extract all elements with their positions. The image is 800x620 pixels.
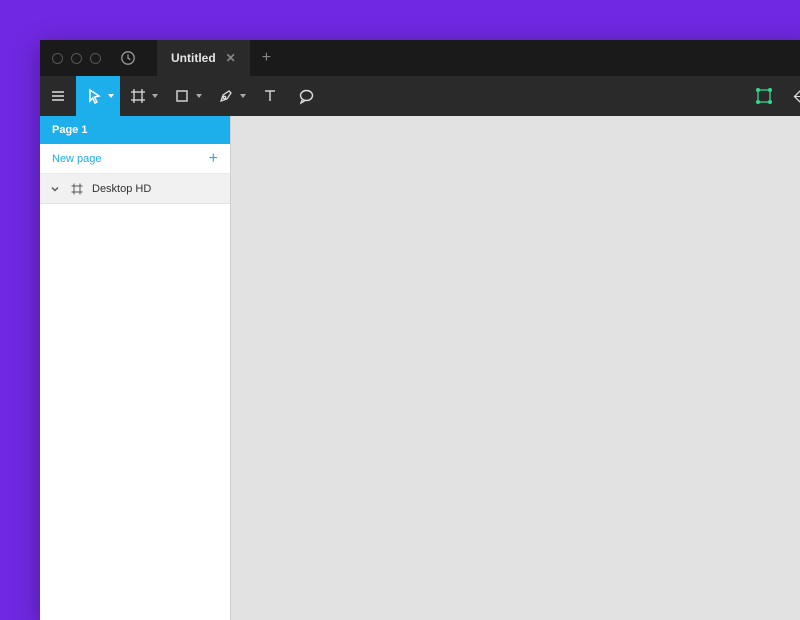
- frame-icon: [130, 88, 146, 104]
- tab-title: Untitled: [171, 51, 216, 65]
- rectangle-icon: [174, 88, 190, 104]
- plus-icon: +: [209, 150, 218, 168]
- text-tool[interactable]: [252, 76, 288, 116]
- main-area: Page 1 New page + Desktop HD: [40, 116, 800, 620]
- pen-tool[interactable]: [208, 76, 252, 116]
- close-tab-icon[interactable]: ✕: [226, 51, 236, 65]
- text-icon: [262, 88, 278, 104]
- toolbar: [40, 76, 800, 116]
- new-page-label: New page: [52, 153, 102, 165]
- sidebar: Page 1 New page + Desktop HD: [40, 116, 231, 620]
- history-button[interactable]: [117, 47, 139, 69]
- hamburger-icon: [50, 88, 66, 104]
- cursor-icon: [86, 88, 102, 104]
- shape-tool[interactable]: [164, 76, 208, 116]
- frame-tool[interactable]: [120, 76, 164, 116]
- components-icon: [755, 87, 773, 105]
- frame-icon: [70, 183, 84, 195]
- chevron-down-icon[interactable]: [48, 184, 62, 194]
- close-window-icon[interactable]: [52, 53, 63, 64]
- add-tab-button[interactable]: +: [250, 40, 283, 76]
- app-window: Untitled ✕ +: [40, 40, 800, 620]
- tabbar: Untitled ✕ +: [157, 40, 283, 76]
- document-tab[interactable]: Untitled ✕: [157, 40, 250, 76]
- comment-icon: [298, 88, 315, 105]
- components-button[interactable]: [745, 76, 783, 116]
- new-page-button[interactable]: New page +: [40, 144, 230, 174]
- comment-tool[interactable]: [288, 76, 325, 116]
- layer-row[interactable]: Desktop HD: [40, 174, 230, 204]
- menu-button[interactable]: [40, 76, 76, 116]
- share-button[interactable]: [783, 76, 800, 116]
- window-controls: [52, 53, 101, 64]
- layer-name: Desktop HD: [92, 183, 151, 195]
- diamond-icon: [793, 88, 800, 105]
- titlebar: Untitled ✕ +: [40, 40, 800, 76]
- maximize-window-icon[interactable]: [90, 53, 101, 64]
- minimize-window-icon[interactable]: [71, 53, 82, 64]
- pen-icon: [218, 88, 234, 104]
- clock-icon: [120, 50, 136, 66]
- canvas[interactable]: [231, 116, 800, 620]
- page-label: Page 1: [52, 124, 87, 136]
- move-tool[interactable]: [76, 76, 120, 116]
- page-header[interactable]: Page 1: [40, 116, 230, 144]
